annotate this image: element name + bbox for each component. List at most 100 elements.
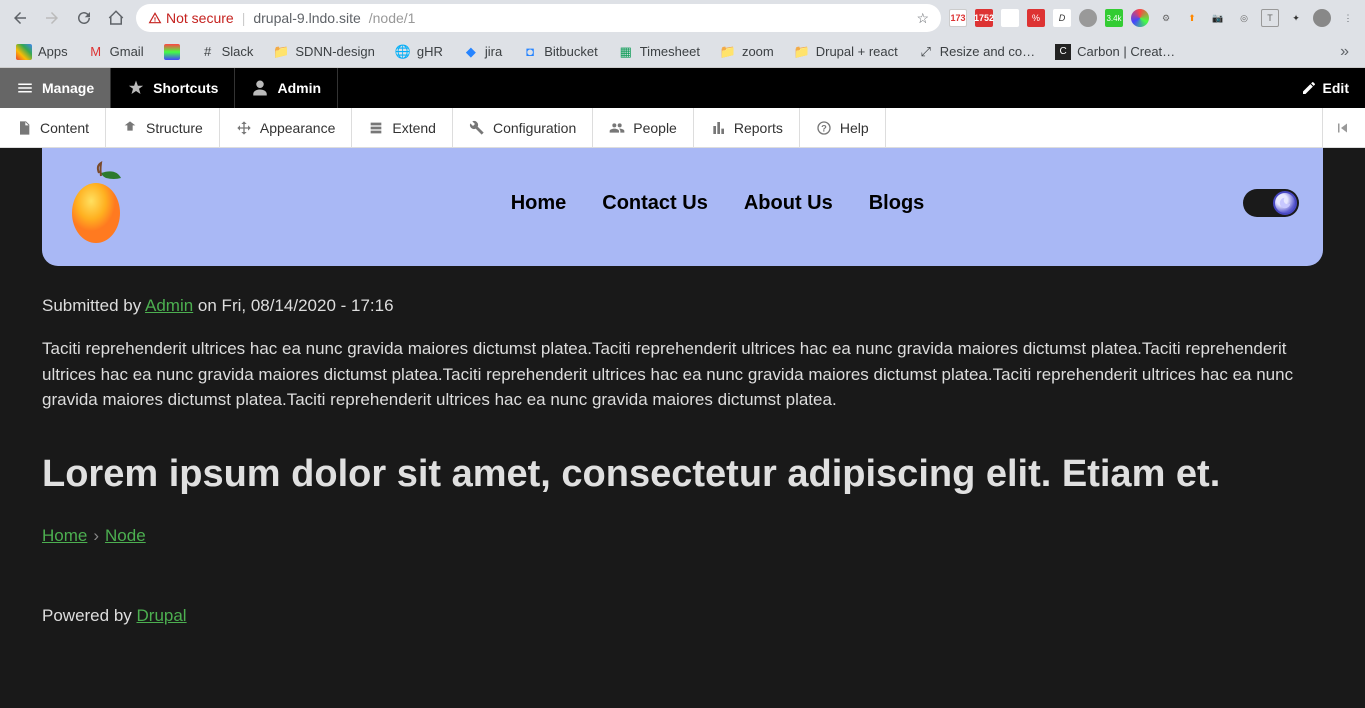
ext-icon-12[interactable]: ◎	[1235, 9, 1253, 27]
bookmark-gmail[interactable]: MGmail	[80, 40, 152, 64]
dark-mode-toggle[interactable]	[1243, 189, 1299, 217]
content-area: Submitted by Admin on Fri, 08/14/2020 - …	[0, 266, 1365, 656]
shortcuts-toolbar-item[interactable]: Shortcuts	[111, 68, 235, 108]
breadcrumb-separator: ›	[93, 526, 99, 545]
ext-icon-8[interactable]	[1131, 9, 1149, 27]
mango-icon	[66, 158, 136, 248]
rainbow-icon	[164, 44, 180, 60]
ext-icon-7[interactable]: 3.4k	[1105, 9, 1123, 27]
menu-people[interactable]: People	[593, 108, 694, 147]
ext-icon-1[interactable]: 173	[949, 9, 967, 27]
edit-button[interactable]: Edit	[1285, 80, 1365, 96]
address-bar[interactable]: Not secure | drupal-9.lndo.site/node/1 ☆	[136, 4, 941, 32]
site-logo[interactable]	[66, 158, 136, 248]
moon-icon	[1273, 191, 1297, 215]
resize-icon: ⤢	[918, 44, 934, 60]
author-link[interactable]: Admin	[145, 296, 193, 315]
ext-icon-9[interactable]: ⚙	[1157, 9, 1175, 27]
ext-icon-11[interactable]: 📷	[1209, 9, 1227, 27]
folder-icon: 📁	[273, 44, 289, 60]
forward-button[interactable]	[40, 6, 64, 30]
menu-reports[interactable]: Reports	[694, 108, 800, 147]
menu-content[interactable]: Content	[0, 108, 106, 147]
apps-icon	[16, 44, 32, 60]
jira-icon: ◆	[463, 44, 479, 60]
menu-structure[interactable]: Structure	[106, 108, 220, 147]
extend-icon	[368, 120, 384, 136]
carbon-icon: C	[1055, 44, 1071, 60]
people-icon	[609, 120, 625, 136]
ext-icon-6[interactable]	[1079, 9, 1097, 27]
bookmark-ghr[interactable]: 🌐gHR	[387, 40, 451, 64]
drupal-link[interactable]: Drupal	[137, 606, 187, 625]
bookmark-star-icon[interactable]: ☆	[916, 10, 929, 27]
reports-icon	[710, 120, 726, 136]
bookmark-bitbucket[interactable]: ◘Bitbucket	[514, 40, 605, 64]
bookmark-slack[interactable]: #Slack	[192, 40, 262, 64]
ext-icon-3[interactable]: ✎	[1001, 9, 1019, 27]
bookmarks-bar: Apps MGmail #Slack 📁SDNN-design 🌐gHR ◆ji…	[0, 36, 1365, 68]
folder-icon: 📁	[720, 44, 736, 60]
ext-icon-4[interactable]: %	[1027, 9, 1045, 27]
menu-extend[interactable]: Extend	[352, 108, 453, 147]
collapse-button[interactable]	[1322, 108, 1365, 147]
hamburger-icon	[16, 79, 34, 97]
admin-toolbar-item[interactable]: Admin	[235, 68, 338, 108]
bookmark-apps[interactable]: Apps	[8, 40, 76, 64]
wrench-icon	[469, 120, 485, 136]
breadcrumb-node[interactable]: Node	[105, 526, 146, 545]
home-button[interactable]	[104, 6, 128, 30]
ext-icon-2[interactable]: 1752	[975, 9, 993, 27]
sheets-icon: ▦	[618, 44, 634, 60]
ext-icon-13[interactable]: T	[1261, 9, 1279, 27]
menu-configuration[interactable]: Configuration	[453, 108, 593, 147]
extensions-icon[interactable]: ✦	[1287, 9, 1305, 27]
folder-icon: 📁	[794, 44, 810, 60]
url-path: /node/1	[369, 10, 416, 26]
menu-help[interactable]: ?Help	[800, 108, 886, 147]
nav-home[interactable]: Home	[511, 192, 567, 215]
ext-icon-10[interactable]: ⬆	[1183, 9, 1201, 27]
extension-icons: 173 1752 ✎ % D 3.4k ⚙ ⬆ 📷 ◎ T ✦ ⋮	[949, 9, 1357, 27]
menu-appearance[interactable]: Appearance	[220, 108, 353, 147]
site-header: Home Contact Us About Us Blogs	[42, 148, 1323, 266]
slack-icon: #	[200, 44, 216, 60]
ext-icon-5[interactable]: D	[1053, 9, 1071, 27]
bookmark-item[interactable]	[156, 40, 188, 64]
bookmark-timesheet[interactable]: ▦Timesheet	[610, 40, 708, 64]
bookmark-zoom[interactable]: 📁zoom	[712, 40, 782, 64]
article-body: Taciti reprehenderit ultrices hac ea nun…	[42, 336, 1323, 413]
bookmark-resize[interactable]: ⤢Resize and co…	[910, 40, 1043, 64]
nav-blogs[interactable]: Blogs	[869, 192, 925, 215]
not-secure-text: Not secure	[166, 10, 234, 26]
bookmark-drupalreact[interactable]: 📁Drupal + react	[786, 40, 906, 64]
manage-toolbar-item[interactable]: Manage	[0, 68, 111, 108]
nav-contact[interactable]: Contact Us	[602, 192, 708, 215]
reload-button[interactable]	[72, 6, 96, 30]
browser-nav-buttons	[8, 6, 128, 30]
bookmark-carbon[interactable]: CCarbon | Creat…	[1047, 40, 1183, 64]
drupal-toolbar: Manage Shortcuts Admin Edit	[0, 68, 1365, 108]
profile-avatar-icon[interactable]	[1313, 9, 1331, 27]
warning-icon	[148, 11, 162, 25]
browser-menu-icon[interactable]: ⋮	[1339, 9, 1357, 27]
not-secure-badge: Not secure	[148, 10, 234, 26]
nav-about[interactable]: About Us	[744, 192, 833, 215]
bitbucket-icon: ◘	[522, 44, 538, 60]
page-body: Home Contact Us About Us Blogs Submitted…	[0, 148, 1365, 708]
main-nav: Home Contact Us About Us Blogs	[511, 192, 925, 215]
user-icon	[251, 79, 269, 97]
url-host: drupal-9.lndo.site	[253, 10, 360, 26]
bookmark-sdnn[interactable]: 📁SDNN-design	[265, 40, 382, 64]
page-title: Lorem ipsum dolor sit amet, consectetur …	[42, 453, 1323, 496]
appearance-icon	[236, 120, 252, 136]
bookmark-jira[interactable]: ◆jira	[455, 40, 510, 64]
back-button[interactable]	[8, 6, 32, 30]
breadcrumb-home[interactable]: Home	[42, 526, 87, 545]
browser-toolbar: Not secure | drupal-9.lndo.site/node/1 ☆…	[0, 0, 1365, 36]
help-icon: ?	[816, 120, 832, 136]
pencil-icon	[1301, 80, 1317, 96]
globe-icon: 🌐	[395, 44, 411, 60]
bookmarks-overflow[interactable]: »	[1332, 43, 1357, 61]
collapse-icon	[1335, 119, 1353, 137]
